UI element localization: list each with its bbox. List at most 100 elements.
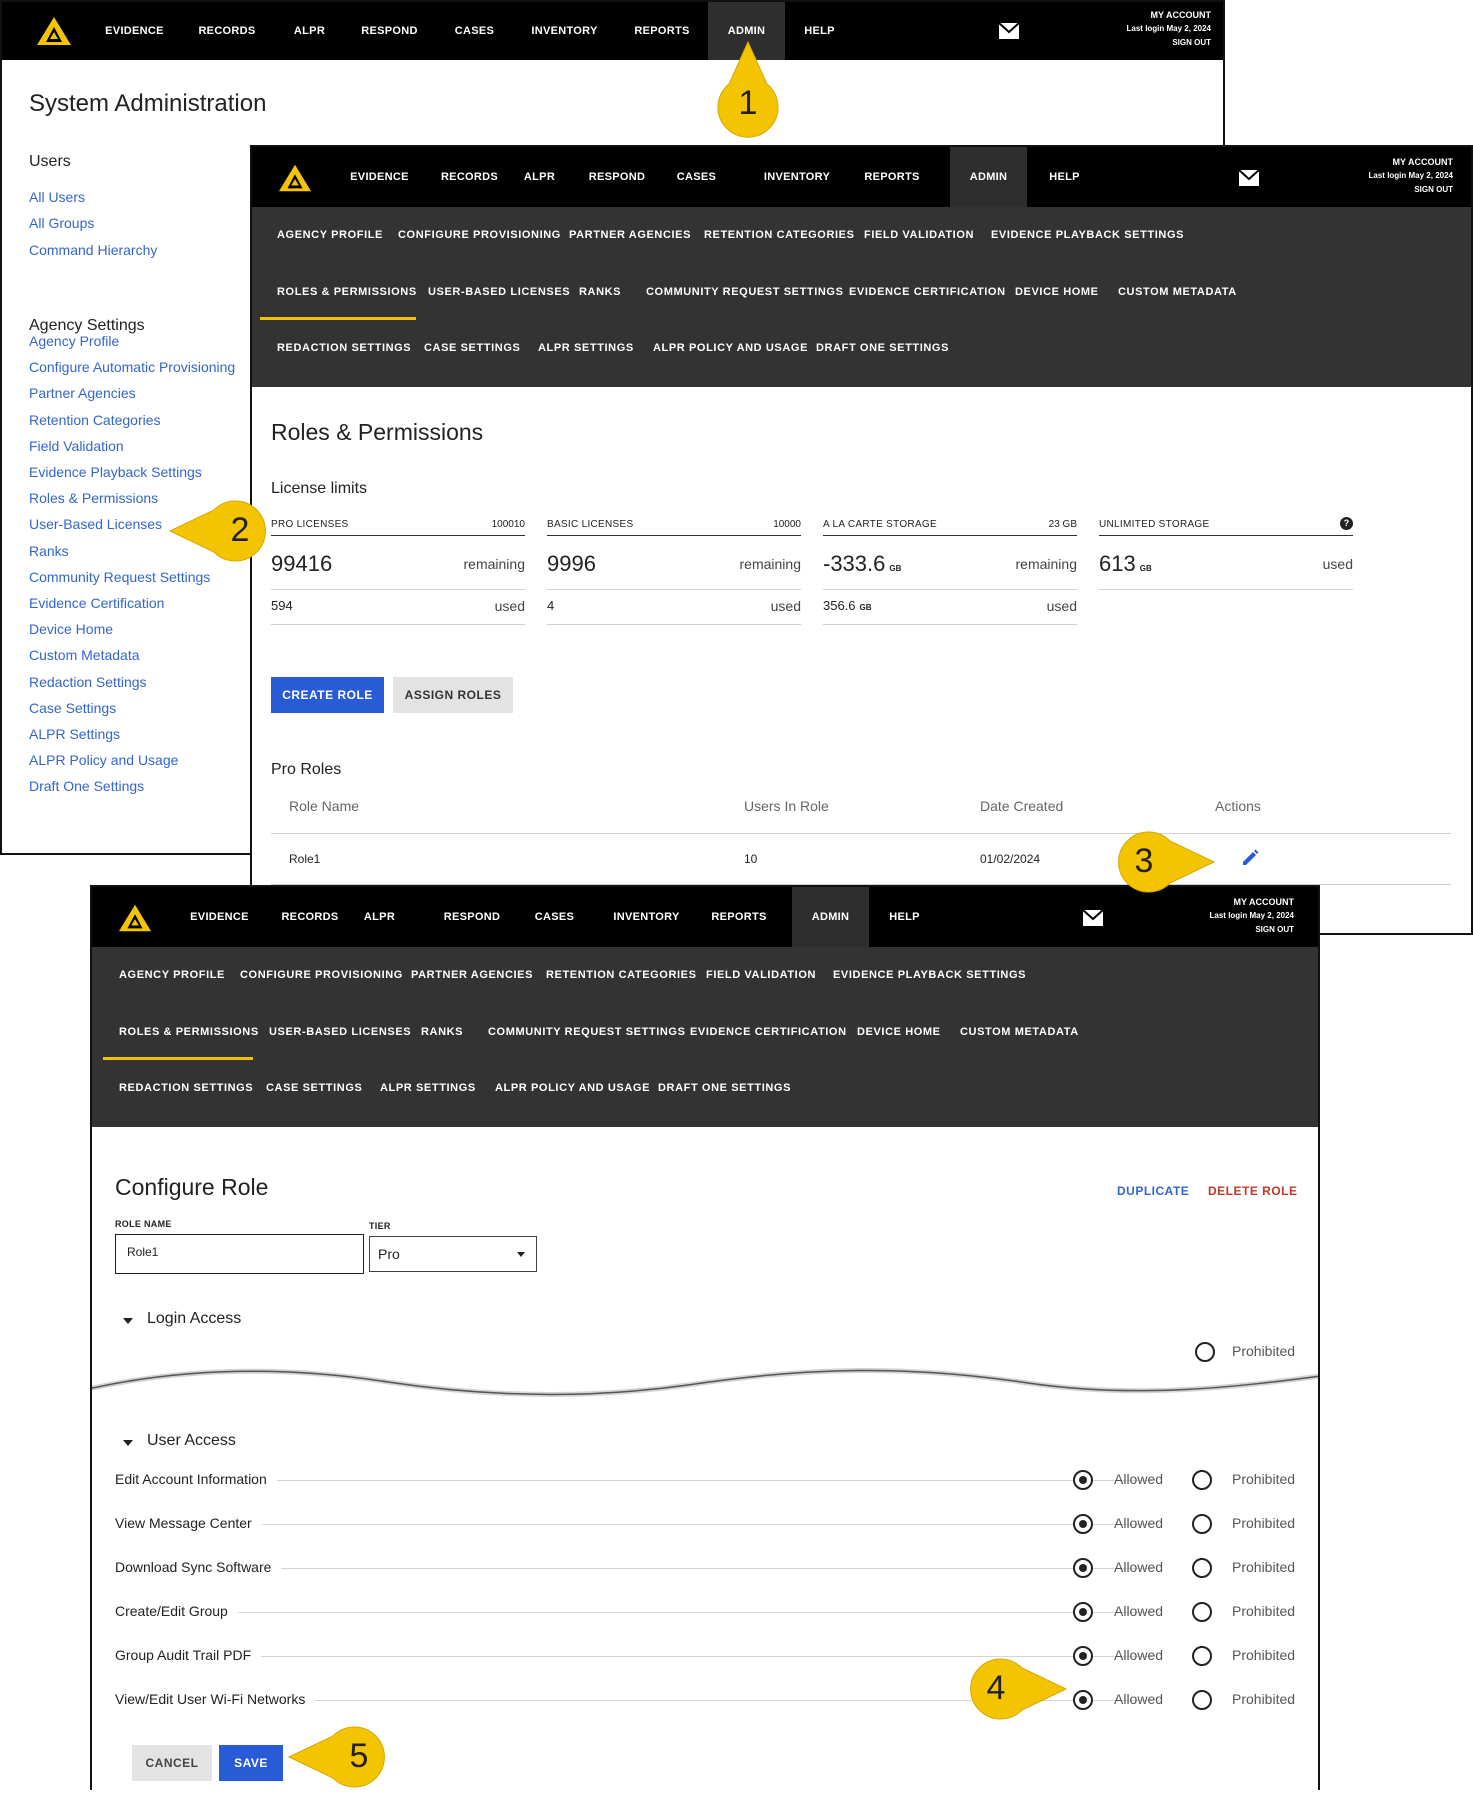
allowed-radio[interactable]	[1073, 1690, 1093, 1710]
sidebar-link-configure-automatic-provisioning[interactable]: Configure Automatic Provisioning	[29, 359, 235, 375]
nav-admin[interactable]: ADMIN	[950, 147, 1027, 207]
sidebar-link-alpr-settings[interactable]: ALPR Settings	[29, 726, 120, 742]
subnav-user-based-licenses[interactable]: USER-BASED LICENSES	[269, 1026, 411, 1038]
prohibited-radio[interactable]	[1192, 1470, 1212, 1490]
subnav-field-validation[interactable]: FIELD VALIDATION	[864, 229, 974, 241]
nav-cases[interactable]: CASES	[664, 147, 729, 207]
sidebar-link-evidence-playback-settings[interactable]: Evidence Playback Settings	[29, 464, 202, 480]
allowed-radio[interactable]	[1073, 1470, 1093, 1490]
nav-inventory[interactable]: INVENTORY	[604, 887, 689, 947]
subnav-alpr-policy-and-usage[interactable]: ALPR POLICY AND USAGE	[653, 342, 808, 354]
sign-out-link[interactable]: SIGN OUT	[1210, 923, 1294, 937]
nav-evidence[interactable]: EVIDENCE	[97, 2, 172, 60]
nav-records[interactable]: RECORDS	[275, 887, 345, 947]
sidebar-link-all-users[interactable]: All Users	[29, 189, 85, 205]
sign-out-link[interactable]: SIGN OUT	[1127, 36, 1211, 50]
sidebar-link-evidence-certification[interactable]: Evidence Certification	[29, 595, 164, 611]
sidebar-link-community-request-settings[interactable]: Community Request Settings	[29, 569, 210, 585]
nav-alpr[interactable]: ALPR	[517, 147, 562, 207]
nav-records[interactable]: RECORDS	[192, 2, 262, 60]
subnav-configure-provisioning[interactable]: CONFIGURE PROVISIONING	[398, 229, 561, 241]
save-button[interactable]: SAVE	[219, 1745, 283, 1781]
subnav-device-home[interactable]: DEVICE HOME	[1015, 286, 1099, 298]
sidebar-link-custom-metadata[interactable]: Custom Metadata	[29, 647, 140, 663]
prohibited-radio[interactable]	[1192, 1690, 1212, 1710]
axon-logo-icon[interactable]	[36, 16, 72, 46]
subnav-evidence-certification[interactable]: EVIDENCE CERTIFICATION	[690, 1026, 847, 1038]
nav-help[interactable]: HELP	[882, 887, 927, 947]
sidebar-link-case-settings[interactable]: Case Settings	[29, 700, 116, 716]
collapse-caret-icon[interactable]	[122, 1439, 134, 1447]
help-question-icon[interactable]: ?	[1340, 517, 1353, 530]
delete-role-link[interactable]: DELETE ROLE	[1208, 1184, 1298, 1198]
subnav-user-based-licenses[interactable]: USER-BASED LICENSES	[428, 286, 570, 298]
nav-respond[interactable]: RESPOND	[352, 2, 427, 60]
allowed-radio[interactable]	[1073, 1558, 1093, 1578]
sign-out-link[interactable]: SIGN OUT	[1369, 183, 1453, 197]
nav-cases[interactable]: CASES	[522, 887, 587, 947]
nav-reports[interactable]: REPORTS	[704, 887, 774, 947]
sidebar-link-user-based-licenses[interactable]: User-Based Licenses	[29, 516, 162, 532]
subnav-redaction-settings[interactable]: REDACTION SETTINGS	[277, 342, 411, 354]
role-name-input[interactable]: Role1	[115, 1234, 364, 1274]
subnav-ranks[interactable]: RANKS	[421, 1026, 463, 1038]
sidebar-link-field-validation[interactable]: Field Validation	[29, 438, 124, 454]
prohibited-radio[interactable]	[1192, 1602, 1212, 1622]
nav-evidence[interactable]: EVIDENCE	[182, 887, 257, 947]
subnav-redaction-settings[interactable]: REDACTION SETTINGS	[119, 1082, 253, 1094]
nav-alpr[interactable]: ALPR	[287, 2, 332, 60]
subnav-roles-and-permissions[interactable]: ROLES & PERMISSIONS	[119, 1026, 259, 1038]
subnav-community-request-settings[interactable]: COMMUNITY REQUEST SETTINGS	[646, 286, 844, 298]
subnav-custom-metadata[interactable]: CUSTOM METADATA	[960, 1026, 1079, 1038]
axon-logo-icon[interactable]	[278, 163, 312, 193]
table-row[interactable]: Role1 10 01/02/2024	[271, 834, 1451, 884]
nav-admin[interactable]: ADMIN	[792, 887, 869, 947]
login-access-section-title[interactable]: Login Access	[147, 1310, 241, 1328]
subnav-agency-profile[interactable]: AGENCY PROFILE	[277, 229, 383, 241]
my-account-link[interactable]: MY ACCOUNT	[1210, 895, 1295, 909]
subnav-retention-categories[interactable]: RETENTION CATEGORIES	[704, 229, 855, 241]
prohibited-radio[interactable]	[1192, 1646, 1212, 1666]
subnav-partner-agencies[interactable]: PARTNER AGENCIES	[411, 969, 533, 981]
subnav-evidence-playback-settings[interactable]: EVIDENCE PLAYBACK SETTINGS	[991, 229, 1184, 241]
nav-alpr[interactable]: ALPR	[357, 887, 402, 947]
subnav-case-settings[interactable]: CASE SETTINGS	[266, 1082, 362, 1094]
subnav-case-settings[interactable]: CASE SETTINGS	[424, 342, 520, 354]
assign-roles-button[interactable]: ASSIGN ROLES	[393, 677, 513, 713]
subnav-alpr-policy-and-usage[interactable]: ALPR POLICY AND USAGE	[495, 1082, 650, 1094]
sidebar-link-device-home[interactable]: Device Home	[29, 621, 113, 637]
sidebar-link-all-groups[interactable]: All Groups	[29, 215, 94, 231]
subnav-alpr-settings[interactable]: ALPR SETTINGS	[380, 1082, 476, 1094]
edit-pencil-icon[interactable]	[1240, 848, 1260, 868]
allowed-radio[interactable]	[1073, 1602, 1093, 1622]
sidebar-link-alpr-policy-and-usage[interactable]: ALPR Policy and Usage	[29, 752, 178, 768]
subnav-agency-profile[interactable]: AGENCY PROFILE	[119, 969, 225, 981]
sidebar-link-command-hierarchy[interactable]: Command Hierarchy	[29, 242, 157, 258]
prohibited-radio[interactable]	[1192, 1514, 1212, 1534]
sidebar-link-ranks[interactable]: Ranks	[29, 543, 69, 559]
my-account-link[interactable]: MY ACCOUNT	[1369, 155, 1454, 169]
subnav-draft-one-settings[interactable]: DRAFT ONE SETTINGS	[816, 342, 949, 354]
my-account-link[interactable]: MY ACCOUNT	[1127, 8, 1212, 22]
nav-help[interactable]: HELP	[1042, 147, 1087, 207]
subnav-partner-agencies[interactable]: PARTNER AGENCIES	[569, 229, 691, 241]
mail-icon[interactable]	[1082, 909, 1104, 927]
nav-reports[interactable]: REPORTS	[857, 147, 927, 207]
allowed-radio[interactable]	[1073, 1514, 1093, 1534]
subnav-community-request-settings[interactable]: COMMUNITY REQUEST SETTINGS	[488, 1026, 686, 1038]
subnav-custom-metadata[interactable]: CUSTOM METADATA	[1118, 286, 1237, 298]
nav-help[interactable]: HELP	[797, 2, 842, 60]
subnav-alpr-settings[interactable]: ALPR SETTINGS	[538, 342, 634, 354]
allowed-radio[interactable]	[1073, 1646, 1093, 1666]
role-name-cell[interactable]: Role1	[289, 852, 320, 866]
sidebar-link-retention-categories[interactable]: Retention Categories	[29, 412, 161, 428]
nav-cases[interactable]: CASES	[442, 2, 507, 60]
duplicate-link[interactable]: DUPLICATE	[1117, 1184, 1189, 1198]
subnav-field-validation[interactable]: FIELD VALIDATION	[706, 969, 816, 981]
mail-icon[interactable]	[998, 22, 1020, 40]
cancel-button[interactable]: CANCEL	[132, 1745, 212, 1781]
subnav-retention-categories[interactable]: RETENTION CATEGORIES	[546, 969, 697, 981]
subnav-device-home[interactable]: DEVICE HOME	[857, 1026, 941, 1038]
prohibited-radio[interactable]	[1192, 1558, 1212, 1578]
create-role-button[interactable]: CREATE ROLE	[271, 677, 384, 713]
